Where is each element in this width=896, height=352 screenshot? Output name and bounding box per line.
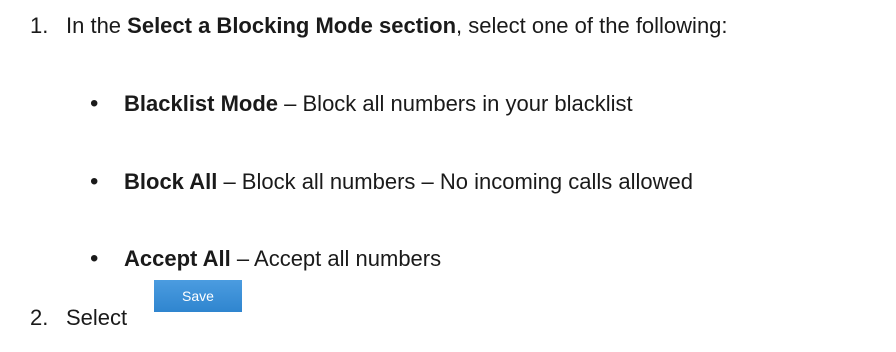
instruction-step-1: 1. In the Select a Blocking Mode section,… bbox=[30, 12, 728, 40]
option-description: – Block all numbers in your blacklist bbox=[278, 91, 633, 116]
option-accept-all: • Accept All – Accept all numbers bbox=[90, 245, 441, 273]
option-block-all: • Block All – Block all numbers – No inco… bbox=[90, 168, 693, 196]
option-name: Accept All bbox=[124, 246, 231, 271]
step-text: Select bbox=[66, 305, 128, 330]
bullet-icon: • bbox=[90, 90, 99, 117]
step-number: 1. bbox=[30, 13, 49, 38]
step-number: 2. bbox=[30, 305, 49, 330]
bullet-icon: • bbox=[90, 168, 99, 195]
section-name: Select a Blocking Mode section bbox=[127, 13, 457, 38]
option-name: Blacklist Mode bbox=[124, 91, 279, 116]
bullet-icon: • bbox=[90, 245, 99, 272]
step-text-before: In the bbox=[66, 13, 128, 38]
option-name: Block All bbox=[124, 169, 218, 194]
step-text-after: , select one of the following: bbox=[456, 13, 728, 38]
option-description: – Accept all numbers bbox=[230, 246, 442, 271]
save-button[interactable]: Save bbox=[154, 280, 242, 312]
option-description: – Block all numbers – No incoming calls … bbox=[217, 169, 693, 194]
option-blacklist-mode: • Blacklist Mode – Block all numbers in y… bbox=[90, 90, 633, 118]
instruction-step-2: 2. Select bbox=[30, 304, 127, 332]
